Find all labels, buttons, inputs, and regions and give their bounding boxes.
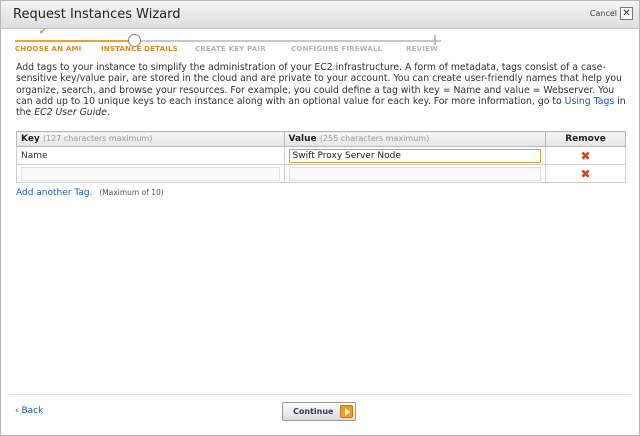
step-create-key-pair: CREATE KEY PAIR (195, 45, 266, 53)
remove-icon[interactable]: ✖ (580, 149, 590, 163)
remove-cell: ✖ (545, 164, 626, 183)
back-link[interactable]: ‹ Back (15, 406, 43, 416)
key-column-header: Key (127 characters maximum) (16, 131, 285, 147)
table-header-row: Key (127 characters maximum) Value (255 … (16, 131, 626, 147)
key-cell: Name (16, 146, 285, 165)
continue-button[interactable]: Continue (282, 402, 356, 421)
table-row: ✖ (16, 164, 626, 183)
tag-key-input[interactable] (21, 166, 280, 181)
continue-label: Continue (293, 407, 334, 416)
value-header-label: Value (288, 134, 317, 144)
remove-cell: ✖ (545, 146, 626, 165)
remove-column-header: Remove (545, 131, 626, 147)
arrow-right-icon (340, 405, 353, 418)
description-text: . (106, 107, 110, 119)
step-choose-ami: CHOOSE AN AMI (15, 45, 82, 53)
value-header-hint: (255 characters maximum) (319, 134, 430, 143)
step-configure-firewall: CONFIGURE FIREWALL (291, 45, 383, 53)
wizard-progress: ✔ CHOOSE AN AMI INSTANCE DETAILS CREATE … (15, 27, 445, 59)
progress-end-tick (434, 35, 436, 45)
using-tags-link[interactable]: Using Tags (565, 96, 615, 107)
key-text: Name (21, 150, 48, 161)
tag-value-input[interactable] (288, 166, 542, 181)
progress-remaining-line (141, 40, 441, 42)
cancel-link[interactable]: Cancel (590, 9, 617, 18)
value-cell (283, 164, 547, 183)
step-instance-details: INSTANCE DETAILS (101, 45, 178, 53)
dialog-header: Request Instances Wizard Cancel ✕ (1, 1, 639, 29)
progress-done-line (15, 40, 135, 42)
tags-table: Key (127 characters maximum) Value (255 … (16, 131, 626, 183)
close-icon[interactable]: ✕ (620, 7, 633, 20)
dialog-title: Request Instances Wizard (13, 7, 181, 22)
value-column-header: Value (255 characters maximum) (283, 131, 547, 147)
key-header-label: Key (21, 134, 40, 144)
user-guide-text: EC2 User Guide (34, 107, 107, 119)
remove-icon[interactable]: ✖ (580, 167, 590, 181)
value-cell (283, 146, 547, 165)
description-text: Add tags to your instance to simplify th… (16, 62, 622, 107)
checkmark-icon: ✔ (39, 27, 47, 37)
tag-value-input[interactable] (288, 148, 542, 163)
table-row: Name ✖ (16, 146, 626, 165)
wizard-dialog: Request Instances Wizard Cancel ✕ ✔ CHOO… (0, 0, 640, 436)
key-cell (16, 164, 285, 183)
max-tags-note: (Maximum of 10) (99, 188, 164, 197)
footer-divider (9, 394, 631, 395)
step-review: REVIEW (406, 45, 438, 53)
key-header-hint: (127 characters maximum) (42, 134, 153, 143)
add-another-tag-link[interactable]: Add another Tag. (16, 188, 92, 198)
tags-description: Add tags to your instance to simplify th… (16, 62, 628, 118)
add-tag-row: Add another Tag. (Maximum of 10) (16, 188, 164, 198)
